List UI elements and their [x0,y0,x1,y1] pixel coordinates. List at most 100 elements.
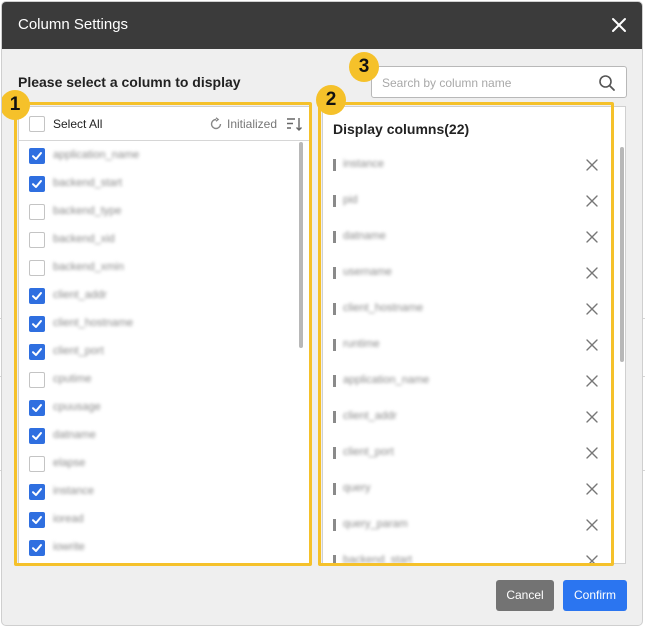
check-icon [32,292,42,300]
column-option-row[interactable]: client_addr [19,282,309,310]
check-icon [32,404,42,412]
display-columns-scrollbar[interactable] [620,147,624,362]
checkbox-unchecked[interactable] [29,260,45,276]
drag-handle-icon[interactable] [333,519,336,531]
remove-column-icon[interactable] [585,410,599,424]
column-option-row[interactable]: backend_start [19,170,309,198]
display-column-label: username [343,266,392,278]
column-option-row[interactable]: ioread [19,506,309,534]
select-all-checkbox[interactable] [29,116,45,132]
display-column-label: backend_start [343,554,413,564]
column-option-label: client_port [53,345,104,357]
display-column-row[interactable]: application_name [323,363,603,399]
display-column-label: pid [343,194,358,206]
search-input[interactable] [382,73,582,93]
remove-column-icon[interactable] [585,518,599,532]
display-column-label: client_hostname [343,302,424,314]
display-column-row[interactable]: username [323,255,603,291]
display-column-row[interactable]: client_addr [323,399,603,435]
remove-column-icon[interactable] [585,266,599,280]
remove-column-icon[interactable] [585,338,599,352]
column-option-row[interactable]: backend_xid [19,226,309,254]
checkbox-checked[interactable] [29,428,45,444]
annotation-badge-2: 2 [316,85,346,115]
drag-handle-icon[interactable] [333,447,336,459]
search-icon[interactable] [598,74,616,92]
select-panel-header: Select All Initialized [19,107,309,141]
column-option-label: cpuusage [53,401,101,413]
display-column-row[interactable]: query_param [323,507,603,543]
sort-icon[interactable] [285,115,303,133]
drag-handle-icon[interactable] [333,483,336,495]
column-option-label: ioread [53,513,84,525]
display-column-row[interactable]: backend_start [323,543,603,564]
checkbox-checked[interactable] [29,148,45,164]
column-select-panel: Select All Initialized application_name b… [18,106,310,564]
column-option-row[interactable]: client_port [19,338,309,366]
remove-column-icon[interactable] [585,230,599,244]
cancel-button[interactable]: Cancel [496,580,554,611]
remove-column-icon[interactable] [585,446,599,460]
column-option-row[interactable]: datname [19,422,309,450]
column-option-row[interactable]: elapse [19,450,309,478]
display-column-row[interactable]: datname [323,219,603,255]
initialized-label: Initialized [227,117,278,131]
drag-handle-icon[interactable] [333,339,336,351]
checkbox-checked[interactable] [29,400,45,416]
checkbox-checked[interactable] [29,316,45,332]
checkbox-checked[interactable] [29,540,45,556]
display-column-row[interactable]: client_port [323,435,603,471]
display-column-label: datname [343,230,386,242]
select-all-label: Select All [53,117,103,131]
column-option-row[interactable]: cpuusage [19,394,309,422]
close-icon[interactable] [608,14,630,36]
checkbox-unchecked[interactable] [29,456,45,472]
search-box[interactable] [371,66,627,98]
drag-handle-icon[interactable] [333,303,336,315]
column-list-scrollbar[interactable] [299,142,303,348]
column-option-row[interactable]: iowrite [19,534,309,562]
check-icon [32,348,42,356]
drag-handle-icon[interactable] [333,159,336,171]
remove-column-icon[interactable] [585,374,599,388]
dialog-title: Column Settings [18,16,129,33]
display-column-row[interactable]: query [323,471,603,507]
checkbox-unchecked[interactable] [29,204,45,220]
column-option-label: elapse [53,457,86,469]
confirm-button[interactable]: Confirm [563,580,627,611]
checkbox-unchecked[interactable] [29,372,45,388]
drag-handle-icon[interactable] [333,375,336,387]
display-column-label: application_name [343,374,430,386]
checkbox-checked[interactable] [29,344,45,360]
checkbox-checked[interactable] [29,176,45,192]
check-icon [32,152,42,160]
column-option-row[interactable]: backend_xmin [19,254,309,282]
remove-column-icon[interactable] [585,482,599,496]
column-option-row[interactable]: cputime [19,366,309,394]
column-option-label: client_hostname [53,317,134,329]
display-column-row[interactable]: pid [323,183,603,219]
remove-column-icon[interactable] [585,158,599,172]
drag-handle-icon[interactable] [333,555,336,563]
column-list: application_name backend_start backend_typ… [19,142,309,563]
display-column-row[interactable]: instance [323,147,603,183]
display-column-row[interactable]: client_hostname [323,291,603,327]
drag-handle-icon[interactable] [333,267,336,279]
remove-column-icon[interactable] [585,194,599,208]
drag-handle-icon[interactable] [333,411,336,423]
checkbox-checked[interactable] [29,288,45,304]
checkbox-unchecked[interactable] [29,232,45,248]
display-column-label: client_addr [343,410,397,422]
column-option-row[interactable]: client_hostname [19,310,309,338]
drag-handle-icon[interactable] [333,195,336,207]
checkbox-checked[interactable] [29,484,45,500]
column-option-row[interactable]: instance [19,478,309,506]
drag-handle-icon[interactable] [333,231,336,243]
column-option-row[interactable]: application_name [19,142,309,170]
display-column-row[interactable]: runtime [323,327,603,363]
remove-column-icon[interactable] [585,554,599,564]
checkbox-checked[interactable] [29,512,45,528]
display-column-label: instance [343,158,384,170]
remove-column-icon[interactable] [585,302,599,316]
column-option-row[interactable]: backend_type [19,198,309,226]
